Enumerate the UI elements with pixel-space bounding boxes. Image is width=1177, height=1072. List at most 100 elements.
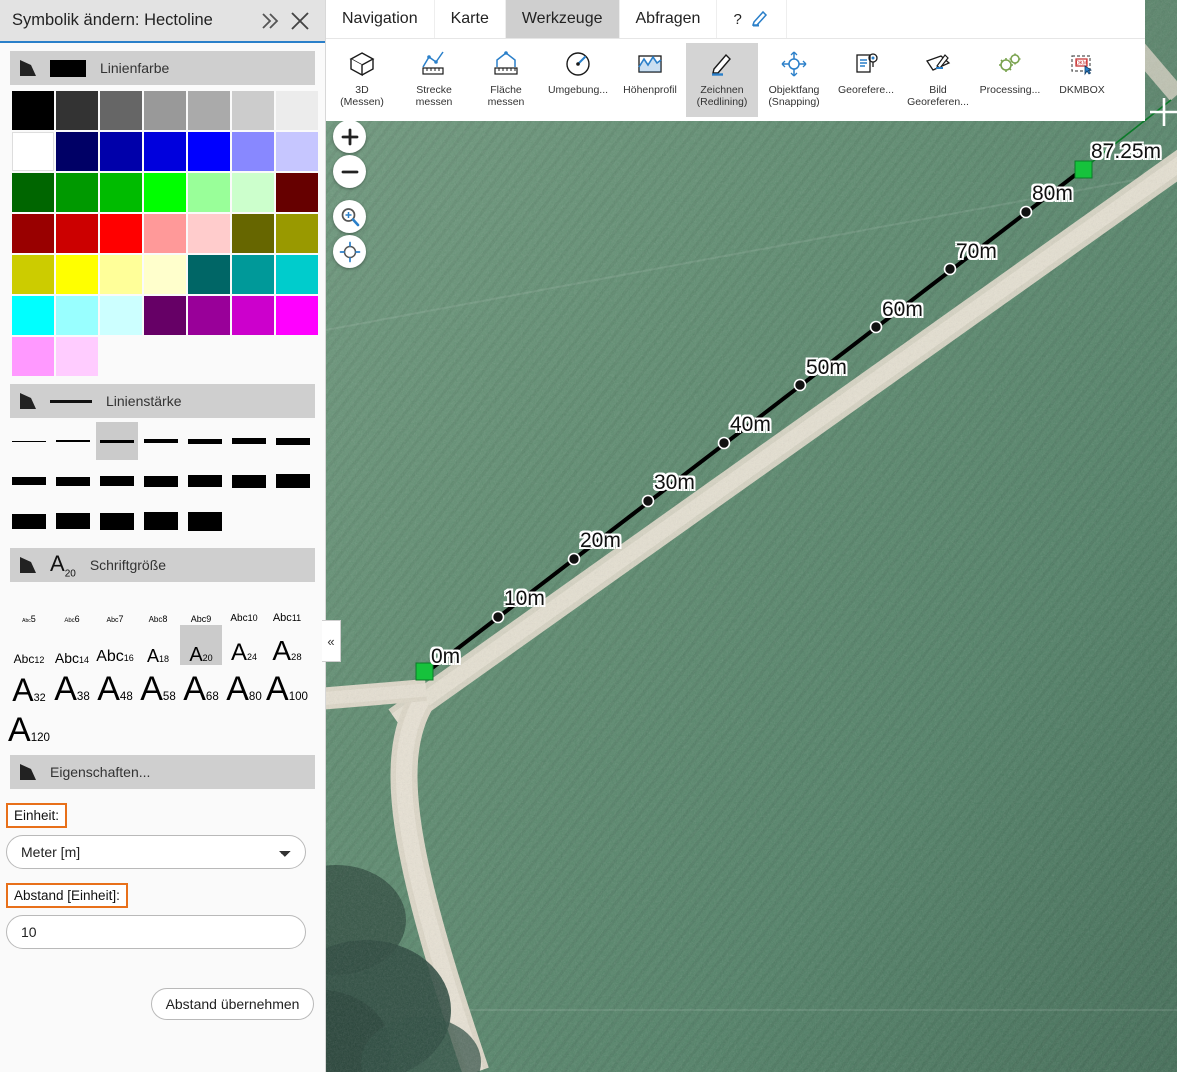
color-swatch[interactable] (56, 173, 98, 212)
color-swatch[interactable] (144, 296, 186, 335)
pencil-icon[interactable] (750, 7, 770, 31)
line-width-option[interactable] (140, 502, 182, 540)
line-width-option[interactable] (8, 462, 50, 500)
font-size-option[interactable]: A20 (180, 625, 222, 665)
font-size-option[interactable]: Abc16 (94, 625, 136, 665)
color-swatch[interactable] (12, 132, 54, 171)
tab-werkzeuge[interactable]: Werkzeuge (505, 0, 620, 38)
help-label[interactable]: ? (733, 11, 741, 28)
tab-karte[interactable]: Karte (435, 0, 506, 38)
color-swatch[interactable] (56, 214, 98, 253)
color-swatch[interactable] (12, 296, 54, 335)
zoom-in-button[interactable] (333, 120, 366, 153)
color-swatch[interactable] (276, 255, 318, 294)
ribbon-button-georeferenzieren[interactable]: Georefere... (830, 43, 902, 96)
font-size-option[interactable]: Abc5 (8, 584, 50, 624)
zoom-rectangle-button[interactable] (333, 200, 366, 233)
line-width-option[interactable] (96, 462, 138, 500)
section-header-properties[interactable]: Eigenschaften... (10, 755, 315, 789)
color-palette[interactable] (12, 91, 318, 376)
color-swatch[interactable] (232, 214, 274, 253)
line-width-option[interactable] (8, 422, 50, 460)
line-width-option[interactable] (228, 462, 270, 500)
color-swatch[interactable] (232, 91, 274, 130)
line-width-palette[interactable] (8, 422, 315, 540)
font-size-option[interactable]: A38 (51, 666, 93, 706)
font-size-option[interactable]: Abc7 (94, 584, 136, 625)
color-swatch[interactable] (232, 173, 274, 212)
line-width-option[interactable] (52, 422, 94, 460)
line-width-option[interactable] (96, 422, 138, 460)
color-swatch[interactable] (276, 91, 318, 130)
line-width-option[interactable] (52, 502, 94, 540)
color-swatch[interactable] (100, 173, 142, 212)
color-swatch[interactable] (56, 255, 98, 294)
font-size-option[interactable]: A32 (8, 666, 50, 706)
color-swatch[interactable] (276, 132, 318, 171)
line-width-option[interactable] (184, 462, 226, 500)
font-size-option[interactable]: Abc8 (137, 584, 179, 624)
color-swatch[interactable] (188, 214, 230, 253)
line-width-option[interactable] (272, 422, 314, 460)
ribbon-button-zeichnen-redlining[interactable]: Zeichnen (Redlining) (686, 43, 758, 117)
unit-select[interactable]: Meter [m] (6, 835, 306, 869)
line-width-option[interactable] (52, 462, 94, 500)
panel-collapse-handle[interactable]: « (322, 620, 341, 662)
ribbon-button-strecke-messen[interactable]: Strecke messen (398, 43, 470, 108)
color-swatch[interactable] (12, 337, 54, 376)
ribbon-button-dkmbox[interactable]: DKM DKMBOX (1046, 43, 1118, 96)
line-width-option[interactable] (228, 422, 270, 460)
font-size-option[interactable]: A48 (94, 666, 136, 706)
font-size-option[interactable]: A28 (266, 625, 308, 665)
map-canvas[interactable]: 0m 10m 20m 30m 40m 50m 60m 70m 80m 87.25… (326, 0, 1177, 1072)
line-width-option[interactable] (140, 462, 182, 500)
font-size-option[interactable]: Abc9 (180, 584, 222, 624)
font-size-option[interactable]: Abc14 (51, 625, 93, 665)
color-swatch[interactable] (100, 91, 142, 130)
ribbon-button-3d-messen[interactable]: 3D (Messen) (326, 43, 398, 108)
color-swatch[interactable] (12, 173, 54, 212)
color-swatch[interactable] (232, 132, 274, 171)
color-swatch[interactable] (232, 255, 274, 294)
ribbon-button-flaeche-messen[interactable]: Fläche messen (470, 43, 542, 108)
color-swatch[interactable] (188, 173, 230, 212)
color-swatch[interactable] (188, 296, 230, 335)
ribbon-button-bild-georeferenzieren[interactable]: Bild Georeferen... (902, 43, 974, 108)
ribbon-button-hoehenprofil[interactable]: Höhenprofil (614, 43, 686, 96)
color-swatch[interactable] (56, 337, 98, 376)
color-swatch[interactable] (144, 91, 186, 130)
color-swatch[interactable] (276, 214, 318, 253)
close-icon[interactable] (285, 6, 315, 36)
color-swatch[interactable] (56, 296, 98, 335)
apply-distance-button[interactable]: Abstand übernehmen (151, 988, 314, 1020)
line-width-option[interactable] (96, 502, 138, 540)
color-swatch[interactable] (12, 91, 54, 130)
font-size-option[interactable]: A100 (266, 666, 308, 706)
color-swatch[interactable] (276, 296, 318, 335)
font-size-option[interactable]: Abc11 (266, 584, 308, 624)
ribbon-button-objektfang-snapping[interactable]: Objektfang (Snapping) (758, 43, 830, 108)
color-swatch[interactable] (144, 132, 186, 171)
ribbon-button-processing[interactable]: Processing... (974, 43, 1046, 96)
color-swatch[interactable] (56, 91, 98, 130)
font-size-option[interactable]: A24 (223, 625, 265, 665)
color-swatch[interactable] (144, 173, 186, 212)
color-swatch[interactable] (56, 132, 98, 171)
color-swatch[interactable] (100, 255, 142, 294)
font-size-option[interactable]: Abc6 (51, 584, 93, 625)
font-size-option[interactable]: Abc10 (223, 584, 265, 624)
section-header-line-color[interactable]: Linienfarbe (10, 51, 315, 85)
line-width-option[interactable] (184, 422, 226, 460)
line-width-option[interactable] (184, 502, 226, 540)
color-swatch[interactable] (188, 91, 230, 130)
distance-input[interactable] (6, 915, 306, 949)
color-swatch[interactable] (12, 255, 54, 294)
font-size-option[interactable]: A120 (8, 707, 50, 747)
color-swatch[interactable] (100, 296, 142, 335)
chevron-double-right-icon[interactable] (255, 6, 285, 36)
color-swatch[interactable] (144, 214, 186, 253)
font-size-option[interactable]: A18 (137, 625, 179, 665)
font-size-option[interactable]: A68 (180, 666, 222, 706)
tab-abfragen[interactable]: Abfragen (620, 0, 718, 38)
color-swatch[interactable] (100, 132, 142, 171)
